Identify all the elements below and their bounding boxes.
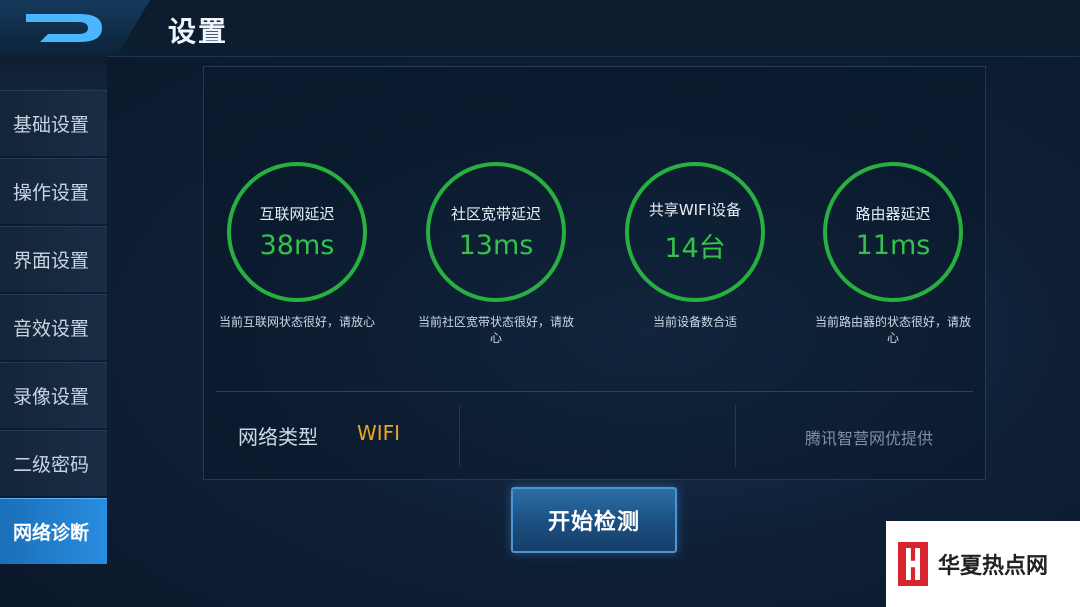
sidebar: 基础设置 操作设置 界面设置 音效设置 录像设置 二级密码 网络诊断 xyxy=(0,90,107,566)
watermark-logo-icon xyxy=(898,542,928,586)
network-type-label: 网络类型 xyxy=(238,425,318,449)
metric-label: 社区宽带延迟 xyxy=(450,205,541,223)
sidebar-item-network[interactable]: 网络诊断 xyxy=(0,498,107,564)
network-info-row: 网络类型 WIFI 腾讯智营网优提供 xyxy=(216,393,973,473)
metric-internet: 互联网延迟 38ms 当前互联网状态很好，请放心 xyxy=(207,162,387,330)
metric-note: 当前设备数合适 xyxy=(652,315,737,329)
metric-value: 13ms xyxy=(458,230,534,261)
metric-note: 当前互联网状态很好，请放心 xyxy=(219,315,376,329)
metric-broadband: 社区宽带延迟 13ms 当前社区宽带状态很好，请放心 xyxy=(406,162,586,346)
metric-value: 14台 xyxy=(664,233,726,264)
watermark-text: 华夏热点网 xyxy=(938,553,1049,579)
metric-label: 互联网延迟 xyxy=(259,205,335,223)
diagnosis-panel: 互联网延迟 38ms 当前互联网状态很好，请放心 社区宽带延迟 13ms 当前社… xyxy=(203,66,986,480)
metric-ring: 互联网延迟 38ms xyxy=(227,162,367,302)
metric-value: 38ms xyxy=(259,230,335,261)
metric-note: 当前社区宽带状态很好，请放心 xyxy=(418,315,575,345)
provider-credit: 腾讯智营网优提供 xyxy=(804,429,933,448)
back-arrow-icon xyxy=(26,14,102,42)
divider xyxy=(459,405,460,467)
metric-label: 路由器延迟 xyxy=(855,205,931,223)
sidebar-item-sound[interactable]: 音效设置 xyxy=(0,294,107,360)
page-title: 设置 xyxy=(168,15,229,48)
sidebar-item-password[interactable]: 二级密码 xyxy=(0,430,107,496)
metric-note: 当前路由器的状态很好，请放心 xyxy=(815,315,972,345)
sidebar-item-replay[interactable]: 录像设置 xyxy=(0,362,107,428)
metric-router: 路由器延迟 11ms 当前路由器的状态很好，请放心 xyxy=(803,162,983,346)
metric-label: 共享WIFI设备 xyxy=(648,201,742,219)
sidebar-item-interface[interactable]: 界面设置 xyxy=(0,226,107,292)
metric-ring: 社区宽带延迟 13ms xyxy=(426,162,566,302)
sidebar-item-controls[interactable]: 操作设置 xyxy=(0,158,107,224)
divider xyxy=(735,405,736,467)
start-detection-button[interactable]: 开始检测 xyxy=(511,487,677,553)
network-type-value: WIFI xyxy=(357,421,401,445)
divider xyxy=(216,391,973,392)
sidebar-decoration xyxy=(0,56,107,90)
watermark: 华夏热点网 xyxy=(886,521,1080,607)
metric-wifi-devices: 共享WIFI设备 14台 当前设备数合适 xyxy=(605,162,785,330)
top-bar: 设置 xyxy=(0,0,1080,57)
metric-value: 11ms xyxy=(855,230,931,261)
back-button[interactable] xyxy=(0,0,150,56)
metric-ring: 共享WIFI设备 14台 xyxy=(625,162,765,302)
metric-ring: 路由器延迟 11ms xyxy=(823,162,963,302)
sidebar-item-basic[interactable]: 基础设置 xyxy=(0,90,107,156)
